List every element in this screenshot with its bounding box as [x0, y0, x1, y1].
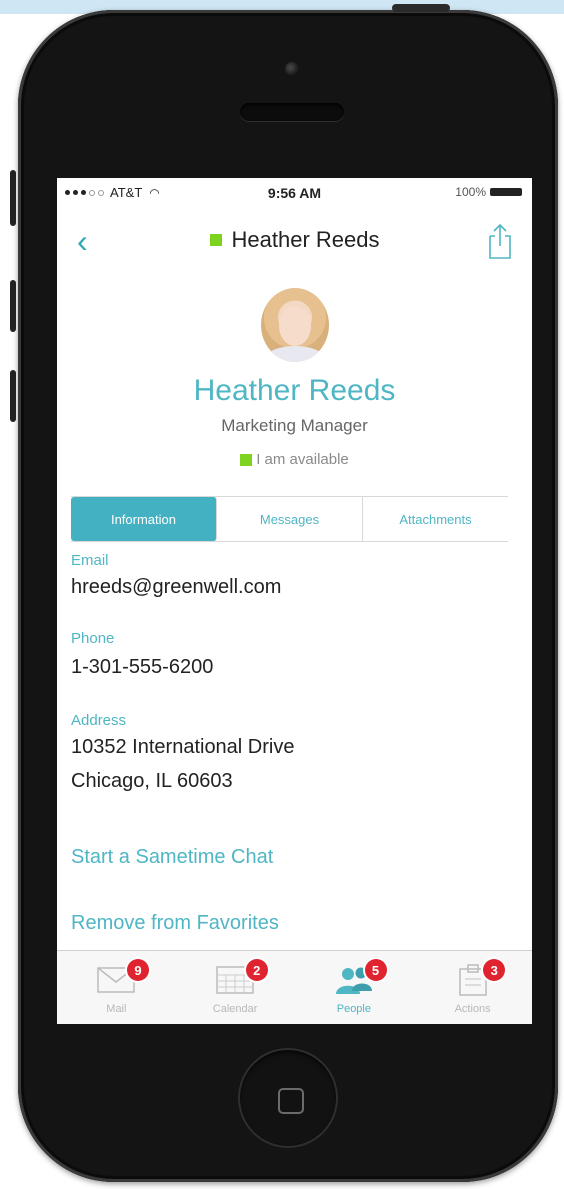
tabbar-label-calendar: Calendar	[212, 1003, 258, 1015]
earpiece-speaker	[240, 103, 344, 121]
volume-up-button	[10, 280, 16, 332]
avatar-face	[279, 306, 311, 346]
tabbar-label-mail: Mail	[106, 1003, 127, 1015]
power-button	[392, 4, 450, 12]
calendar-badge: 2	[245, 959, 268, 981]
remove-favorites-link[interactable]: Remove from Favorites	[71, 912, 279, 935]
avatar	[261, 288, 329, 362]
avatar-shirt	[267, 346, 323, 362]
tabbar-label-people: People	[336, 1003, 371, 1015]
tabbar-label-actions: Actions	[454, 1003, 491, 1015]
phone-screen: AT&T ◠ 9:56 AM 100% ‹ Heather Reeds Heat…	[57, 178, 532, 1024]
email-value[interactable]: hreeds@greenwell.com	[71, 576, 281, 599]
tab-attachments[interactable]: Attachments	[363, 497, 508, 541]
phone-label: Phone	[71, 630, 115, 647]
availability-icon	[209, 234, 222, 246]
availability-text: I am available	[256, 451, 349, 468]
battery-icon	[490, 188, 522, 196]
availability-status: I am available	[57, 451, 532, 468]
nav-title-group: Heather Reeds	[57, 227, 532, 253]
tab-bar: 9 Mail 2 Calendar 5 People 3 Actions	[57, 950, 532, 1024]
availability-icon	[240, 453, 253, 466]
battery-indicator: 100%	[455, 185, 522, 199]
tab-information[interactable]: Information	[71, 497, 217, 541]
person-role: Marketing Manager	[221, 416, 368, 435]
address-line-2[interactable]: Chicago, IL 60603	[71, 770, 233, 793]
home-button-icon	[278, 1088, 304, 1114]
address-label: Address	[71, 712, 127, 729]
actions-badge: 3	[483, 959, 506, 981]
nav-title: Heather Reeds	[231, 227, 380, 252]
front-camera	[285, 62, 299, 76]
tabbar-item-calendar[interactable]: 2 Calendar	[176, 951, 295, 1024]
address-line-1[interactable]: 10352 International Drive	[71, 736, 294, 759]
battery-percent: 100%	[455, 185, 486, 199]
phone-value[interactable]: 1-301-555-6200	[71, 656, 213, 679]
tabbar-item-mail[interactable]: 9 Mail	[57, 951, 176, 1024]
tab-messages[interactable]: Messages	[217, 497, 363, 541]
start-chat-link[interactable]: Start a Sametime Chat	[71, 846, 273, 869]
tabbar-item-actions[interactable]: 3 Actions	[413, 951, 532, 1024]
status-bar: AT&T ◠ 9:56 AM 100%	[57, 178, 532, 208]
tabbar-item-people[interactable]: 5 People	[295, 951, 414, 1024]
person-name: Heather Reeds	[193, 374, 396, 407]
profile-tabs: Information Messages Attachments	[71, 496, 508, 542]
people-badge: 5	[364, 959, 387, 981]
mail-badge: 9	[127, 959, 149, 981]
email-label: Email	[71, 552, 109, 569]
mute-switch	[10, 170, 16, 226]
nav-bar: ‹ Heather Reeds	[57, 216, 532, 266]
volume-down-button	[10, 370, 16, 422]
share-icon[interactable]	[484, 222, 516, 262]
